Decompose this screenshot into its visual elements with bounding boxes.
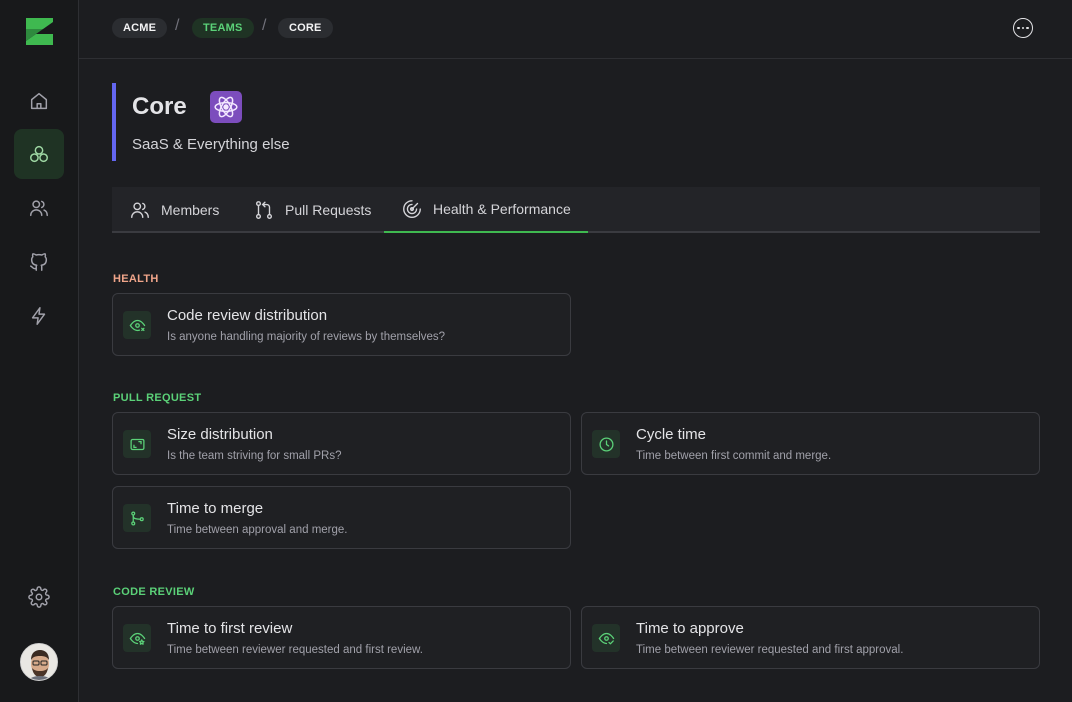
sidebar-item-home[interactable]: [14, 76, 64, 126]
card-title: Code review distribution: [167, 307, 328, 324]
card-size-distribution[interactable]: Size distribution Is the team striving f…: [112, 412, 571, 475]
radar-icon: [403, 200, 421, 218]
pull-request-icon: [255, 201, 273, 219]
sidebar-item-users[interactable]: [14, 183, 64, 233]
tab-bar: Members Pull Requests Health & Performan…: [112, 187, 1040, 233]
card-cycle-time[interactable]: Cycle time Time between first commit and…: [581, 412, 1040, 475]
teams-icon: [30, 145, 48, 163]
settings-icon: [28, 586, 50, 608]
section-label-code-review: CODE REVIEW: [113, 586, 195, 598]
tab-pull-requests[interactable]: Pull Requests: [236, 187, 388, 233]
sidebar: [0, 0, 79, 702]
user-avatar-icon: [21, 644, 57, 680]
team-header: Core SaaS & Everything else: [112, 83, 290, 161]
tab-label: Members: [161, 202, 220, 218]
card-description: Is anyone handling majority of reviews b…: [167, 331, 446, 343]
page-title: Core: [132, 93, 187, 120]
top-bar: ACME / TEAMS / CORE: [79, 0, 1072, 59]
card-time-to-merge[interactable]: Time to merge Time between approval and …: [112, 486, 571, 549]
eye-star-icon: [129, 632, 145, 645]
card-title: Size distribution: [167, 426, 273, 443]
breadcrumb-separator: /: [262, 17, 267, 34]
users-icon: [30, 200, 48, 217]
sidebar-item-github[interactable]: [14, 237, 64, 287]
team-avatar: [210, 91, 242, 123]
section-label-pull-request: PULL REQUEST: [113, 392, 202, 404]
sidebar-item-settings[interactable]: [14, 572, 64, 622]
card-title: Cycle time: [636, 426, 707, 443]
dot-icon: [1021, 26, 1025, 30]
avatar[interactable]: [20, 643, 58, 681]
logo-icon[interactable]: [24, 16, 55, 47]
lightning-icon: [31, 307, 46, 325]
sidebar-item-lightning[interactable]: [14, 291, 64, 341]
clock-icon: [598, 436, 614, 452]
eye-check-icon: [598, 632, 614, 644]
card-time-to-first-review[interactable]: Time to first review Time between review…: [112, 606, 571, 669]
github-icon: [30, 253, 48, 271]
tab-health-performance[interactable]: Health & Performance: [384, 187, 588, 233]
card-description: Time between first commit and merge.: [636, 450, 832, 462]
card-time-to-approve[interactable]: Time to approve Time between reviewer re…: [581, 606, 1040, 669]
card-title: Time to merge: [167, 500, 264, 517]
tab-members[interactable]: Members: [112, 187, 236, 233]
breadcrumb-acme[interactable]: ACME: [112, 18, 168, 38]
card-description: Is the team striving for small PRs?: [167, 450, 342, 462]
dot-icon: [1026, 26, 1029, 30]
tab-label: Pull Requests: [285, 202, 372, 218]
dot-icon: [1017, 26, 1020, 30]
members-icon: [131, 202, 149, 219]
card-description: Time between approval and merge.: [167, 524, 348, 536]
card-code-review-distribution[interactable]: Code review distribution Is anyone handl…: [112, 293, 571, 356]
sidebar-item-teams[interactable]: [14, 129, 64, 179]
home-icon: [30, 92, 48, 110]
card-description: Time between reviewer requested and firs…: [167, 644, 423, 656]
breadcrumb-teams[interactable]: TEAMS: [192, 18, 254, 38]
team-subtitle: SaaS & Everything else: [132, 136, 290, 153]
more-options-button[interactable]: [1013, 18, 1033, 38]
section-label-health: HEALTH: [113, 273, 159, 285]
merge-icon: [130, 510, 144, 526]
card-description: Time between reviewer requested and firs…: [636, 644, 904, 656]
frame-icon: [129, 438, 145, 450]
atom-icon: [214, 96, 238, 118]
breadcrumb-core[interactable]: CORE: [278, 18, 333, 38]
card-title: Time to approve: [636, 620, 744, 637]
breadcrumb-separator: /: [175, 17, 180, 34]
eye-icon: [129, 319, 145, 331]
tab-label: Health & Performance: [433, 201, 571, 217]
card-title: Time to first review: [167, 620, 293, 637]
